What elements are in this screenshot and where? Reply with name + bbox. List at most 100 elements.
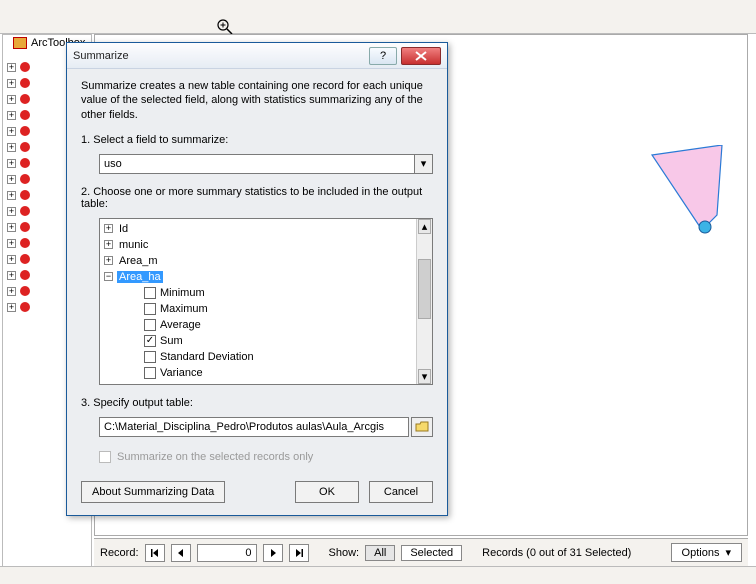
next-record-button[interactable] xyxy=(263,544,283,562)
toolbox-icon xyxy=(20,158,30,168)
expand-icon[interactable]: + xyxy=(7,79,16,88)
expand-icon[interactable]: + xyxy=(7,143,16,152)
checkbox-icon xyxy=(144,319,156,331)
toolbox-icon xyxy=(20,206,30,216)
field-label: Id xyxy=(117,223,130,235)
expand-icon[interactable]: + xyxy=(7,271,16,280)
dialog-title: Summarize xyxy=(73,50,365,62)
map-polygon xyxy=(647,145,727,235)
combo-dropdown-button[interactable]: ▾ xyxy=(415,154,433,174)
statistic-checkbox[interactable]: Standard Deviation xyxy=(144,349,412,365)
statistic-label: Standard Deviation xyxy=(160,351,254,363)
step2-label: 2. Choose one or more summary statistics… xyxy=(81,186,433,210)
list-scrollbar[interactable]: ▴ ▾ xyxy=(416,219,432,384)
step1-label: 1. Select a field to summarize: xyxy=(81,134,433,146)
output-path-input[interactable] xyxy=(99,417,409,437)
expand-icon[interactable]: + xyxy=(7,255,16,264)
selected-records-only-checkbox: Summarize on the selected records only xyxy=(99,451,433,463)
dialog-intro-text: Summarize creates a new table containing… xyxy=(81,79,433,122)
summarize-field-combo[interactable]: ▾ xyxy=(99,154,433,174)
first-record-button[interactable] xyxy=(145,544,165,562)
browse-button[interactable] xyxy=(411,417,433,437)
toolbox-icon xyxy=(20,222,30,232)
scroll-down-button[interactable]: ▾ xyxy=(418,369,431,384)
show-all-button[interactable]: All xyxy=(365,545,395,561)
toolbox-icon xyxy=(20,142,30,152)
checkbox-icon xyxy=(144,287,156,299)
selected-only-label: Summarize on the selected records only xyxy=(117,451,313,463)
scroll-up-button[interactable]: ▴ xyxy=(418,219,431,234)
step3-label: 3. Specify output table: xyxy=(81,397,433,409)
record-number-input[interactable] xyxy=(197,544,257,562)
dialog-body: Summarize creates a new table containing… xyxy=(67,69,447,473)
expand-icon[interactable]: + xyxy=(7,111,16,120)
statistic-label: Average xyxy=(160,319,201,331)
expand-icon[interactable]: + xyxy=(7,191,16,200)
field-item[interactable]: + Id xyxy=(104,221,412,237)
expand-icon[interactable]: + xyxy=(7,303,16,312)
close-button[interactable] xyxy=(401,47,441,65)
expand-icon[interactable]: + xyxy=(7,175,16,184)
help-button[interactable]: ? xyxy=(369,47,397,65)
show-label: Show: xyxy=(329,547,360,559)
statistic-label: Variance xyxy=(160,367,203,379)
dialog-titlebar[interactable]: Summarize ? xyxy=(67,43,447,69)
statistic-checkbox[interactable]: Minimum xyxy=(144,285,412,301)
field-item[interactable]: + munic xyxy=(104,237,412,253)
field-item[interactable]: + Area_m xyxy=(104,253,412,269)
toolbox-icon xyxy=(20,94,30,104)
toolbox-icon xyxy=(20,190,30,200)
statistic-checkbox[interactable]: Maximum xyxy=(144,301,412,317)
expand-icon[interactable]: + xyxy=(7,207,16,216)
expand-icon[interactable]: + xyxy=(7,63,16,72)
toolbox-icon xyxy=(20,254,30,264)
expand-icon[interactable]: + xyxy=(104,240,113,249)
scroll-thumb[interactable] xyxy=(418,259,431,319)
checkbox-icon xyxy=(144,367,156,379)
statistic-checkbox[interactable]: Variance xyxy=(144,365,412,381)
expand-icon[interactable]: − xyxy=(104,272,113,281)
toolbox-icon xyxy=(20,238,30,248)
field-label: munic xyxy=(117,239,150,251)
toolbox-icon xyxy=(20,110,30,120)
field-label: Area_m xyxy=(117,255,160,267)
field-item[interactable]: −Area_ha xyxy=(104,269,412,285)
ok-button[interactable]: OK xyxy=(295,481,359,503)
cancel-button[interactable]: Cancel xyxy=(369,481,433,503)
toolbox-icon xyxy=(20,270,30,280)
status-strip xyxy=(0,566,756,584)
dialog-button-row: About Summarizing Data OK Cancel xyxy=(67,473,447,515)
checkbox-icon xyxy=(99,451,111,463)
options-label: Options xyxy=(682,547,720,559)
record-status: Records (0 out of 31 Selected) xyxy=(482,547,631,559)
about-summarizing-button[interactable]: About Summarizing Data xyxy=(81,481,225,503)
summarize-dialog: Summarize ? Summarize creates a new tabl… xyxy=(66,42,448,516)
expand-icon[interactable]: + xyxy=(7,127,16,136)
field-label: Area_ha xyxy=(117,271,163,283)
statistic-checkbox[interactable]: Average xyxy=(144,317,412,333)
checkbox-icon xyxy=(144,303,156,315)
options-button[interactable]: Options ▾ xyxy=(671,543,742,562)
expand-icon[interactable]: + xyxy=(104,224,113,233)
checkbox-icon: ✓ xyxy=(144,335,156,347)
last-record-button[interactable] xyxy=(289,544,309,562)
statistics-field-list[interactable]: +Id+munic+Area_m−Area_haMinimumMaximumAv… xyxy=(99,218,433,385)
show-selected-button[interactable]: Selected xyxy=(401,545,462,561)
toolbox-icon xyxy=(20,174,30,184)
prev-record-button[interactable] xyxy=(171,544,191,562)
expand-icon[interactable]: + xyxy=(7,159,16,168)
checkbox-icon xyxy=(144,351,156,363)
summarize-field-input[interactable] xyxy=(99,154,415,174)
toolbox-icon xyxy=(20,286,30,296)
expand-icon[interactable]: + xyxy=(7,287,16,296)
chevron-down-icon: ▾ xyxy=(725,546,731,559)
statistic-label: Sum xyxy=(160,335,183,347)
statistic-checkbox[interactable]: ✓ Sum xyxy=(144,333,412,349)
toolbox-icon xyxy=(20,62,30,72)
expand-icon[interactable]: + xyxy=(7,239,16,248)
expand-icon[interactable]: + xyxy=(7,223,16,232)
close-icon xyxy=(415,51,427,61)
expand-icon[interactable]: + xyxy=(7,95,16,104)
expand-icon[interactable]: + xyxy=(104,256,113,265)
folder-open-icon xyxy=(415,421,429,433)
